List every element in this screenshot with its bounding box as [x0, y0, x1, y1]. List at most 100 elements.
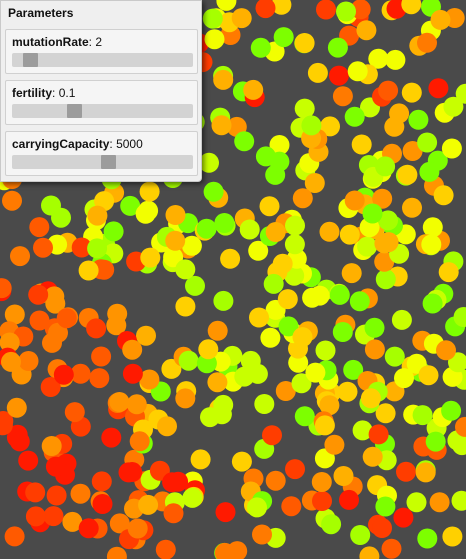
organism-dot — [372, 518, 392, 538]
organism-dot — [46, 485, 67, 506]
organism-dot — [294, 406, 315, 427]
param-value: 2 — [95, 35, 103, 49]
organism-dot — [336, 1, 356, 22]
organism-dot — [351, 134, 372, 155]
organism-dot — [70, 483, 91, 504]
organism-dot — [408, 109, 429, 130]
organism-dot — [190, 449, 211, 470]
organism-dot — [165, 230, 186, 251]
organism-dot — [29, 310, 50, 331]
organism-dot — [165, 205, 186, 225]
organism-dot — [319, 221, 340, 242]
param-value: 5000 — [116, 137, 143, 151]
carrying-capacity-slider[interactable] — [12, 155, 193, 169]
organism-dot — [412, 405, 433, 426]
param-value: 0.1 — [58, 86, 76, 100]
param-name: carryingCapacity — [12, 137, 110, 151]
organism-dot — [415, 462, 436, 483]
organism-dot — [333, 466, 354, 486]
organism-dot — [157, 416, 177, 437]
organism-dot — [389, 103, 410, 124]
organism-dot — [18, 450, 39, 471]
organism-dot — [213, 290, 234, 311]
organism-dot — [239, 219, 260, 240]
organism-dot — [430, 9, 451, 30]
organism-dot — [332, 86, 353, 107]
organism-dot — [418, 365, 439, 386]
fertility-slider[interactable] — [12, 104, 193, 118]
organism-dot — [284, 234, 305, 255]
organism-dot — [231, 451, 252, 472]
organism-dot — [350, 525, 371, 545]
organism-dot — [227, 541, 248, 559]
organism-dot — [451, 490, 466, 511]
organism-dot — [301, 115, 322, 136]
organism-dot — [234, 131, 255, 152]
organism-dot — [87, 238, 108, 259]
organism-dot — [381, 538, 402, 559]
organism-dot — [243, 79, 264, 100]
organism-dot — [347, 61, 368, 82]
slider-thumb[interactable] — [23, 53, 39, 67]
organism-dot — [364, 317, 385, 338]
organism-dot — [314, 415, 335, 436]
organism-dot — [122, 363, 143, 384]
slider-thumb[interactable] — [66, 104, 82, 118]
organism-dot — [28, 284, 49, 305]
organism-dot — [406, 492, 427, 513]
organism-dot — [397, 164, 418, 185]
organism-dot — [417, 528, 438, 549]
slider-thumb[interactable] — [100, 155, 116, 169]
organism-dot — [421, 234, 442, 255]
organism-dot — [89, 368, 110, 389]
organism-dot — [204, 29, 225, 50]
organism-dot — [321, 514, 342, 535]
organism-dot — [255, 0, 276, 19]
organism-dot — [273, 27, 294, 48]
organism-dot — [362, 203, 383, 224]
organism-dot — [122, 339, 143, 360]
organism-dot — [356, 20, 377, 41]
organism-dot — [393, 507, 414, 528]
panel-title: Parameters — [8, 6, 74, 20]
organism-dot — [375, 156, 396, 177]
organism-dot — [339, 489, 359, 510]
organism-dot — [339, 224, 360, 245]
organism-dot — [53, 364, 74, 385]
organism-dot — [182, 487, 203, 508]
organism-dot — [362, 446, 383, 467]
organism-dot — [265, 470, 286, 491]
organism-dot — [341, 263, 362, 284]
organism-dot — [357, 236, 378, 257]
organism-dot — [51, 207, 71, 228]
organism-dot — [207, 320, 228, 341]
organism-dot — [401, 82, 422, 103]
organism-dot — [198, 339, 219, 360]
organism-dot — [417, 32, 437, 53]
organism-dot — [250, 37, 271, 58]
organism-dot — [349, 291, 370, 312]
organism-dot — [127, 518, 148, 539]
organism-dot — [118, 462, 139, 483]
organism-dot — [344, 190, 365, 211]
organism-dot — [203, 181, 224, 202]
organism-dot — [196, 218, 217, 239]
organism-dot — [175, 296, 196, 317]
organism-dot — [433, 185, 454, 206]
organism-dot — [259, 196, 280, 217]
organism-dot — [265, 222, 286, 242]
organism-dot — [78, 518, 99, 539]
organism-dot — [375, 269, 396, 290]
mutation-rate-slider[interactable] — [12, 53, 193, 67]
organism-dot — [231, 8, 252, 29]
organism-dot — [285, 459, 305, 480]
organism-dot — [91, 346, 112, 367]
organism-dot — [103, 221, 124, 242]
organism-dot — [138, 494, 159, 515]
param-fertility: fertility: 0.1 — [5, 80, 198, 125]
organism-dot — [269, 151, 290, 172]
organism-dot — [385, 49, 406, 70]
organism-dot — [384, 346, 405, 367]
organism-dot — [2, 190, 22, 211]
organism-dot — [281, 496, 302, 517]
